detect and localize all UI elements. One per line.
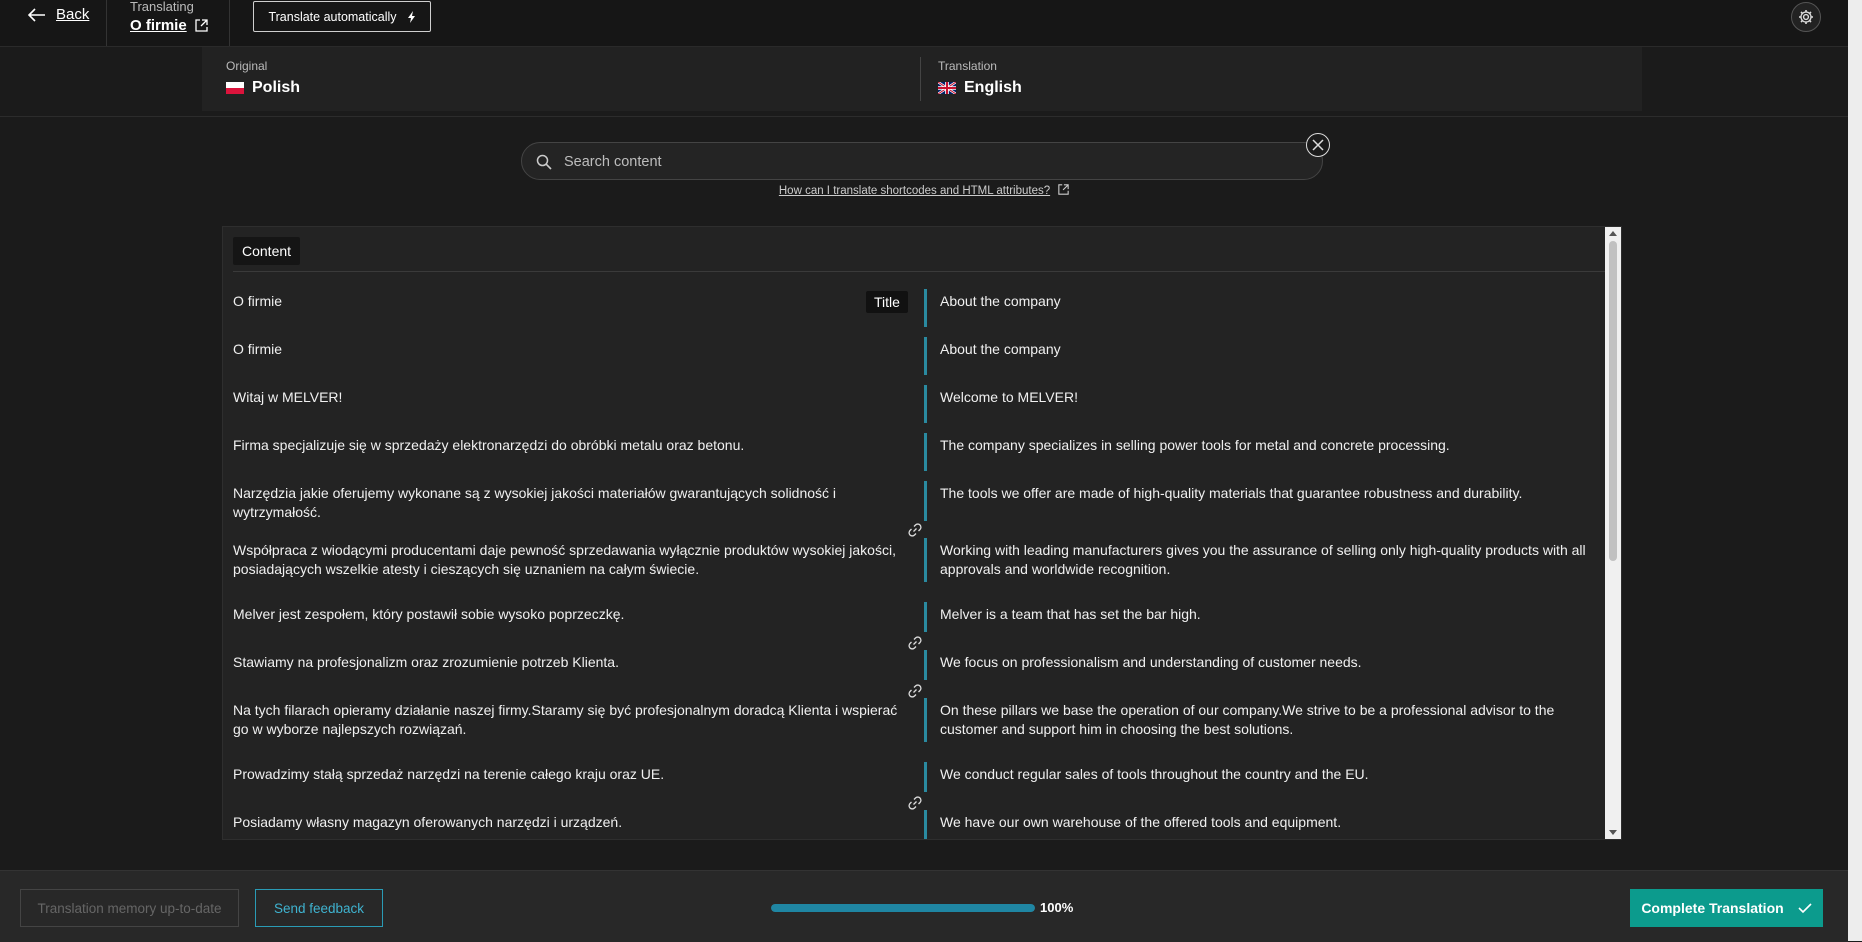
help-link-text: How can I translate shortcodes and HTML … [778,185,1051,197]
row-indicator [924,762,927,792]
content-section-header: Content [233,235,1617,272]
progress-fill [771,904,1035,912]
page-title-link[interactable]: O firmie [130,17,208,34]
row-indicator [924,337,927,375]
clear-search-button[interactable] [1306,133,1330,157]
checkmark-icon [1798,903,1812,914]
translation-text[interactable]: About the company [940,340,1600,359]
original-language: Original Polish [226,59,300,97]
divider [229,0,230,46]
translation-language-name: English [964,79,1022,96]
search-input[interactable] [562,143,1286,181]
search-icon [536,154,552,170]
link-icon[interactable] [907,635,923,651]
translating-info: Translating O firmie [130,0,208,34]
link-icon[interactable] [907,522,923,538]
divider [0,116,1848,117]
translation-text[interactable]: We conduct regular sales of tools throug… [940,765,1600,784]
original-text: Stawiamy na profesjonalizm oraz zrozumie… [233,654,619,670]
help-link[interactable]: How can I translate shortcodes and HTML … [0,184,1848,197]
progress-percent: 100% [1040,900,1074,915]
original-text: O firmie [233,293,282,309]
translating-label: Translating [130,0,194,14]
translation-text[interactable]: We have our own warehouse of the offered… [940,813,1600,832]
original-text: Na tych filarach opieramy działanie nasz… [233,702,898,737]
original-text: Narzędzia jakie oferujemy wykonane są z … [233,485,837,520]
complete-translation-button[interactable]: Complete Translation [1630,889,1823,927]
translation-memory-button[interactable]: Translation memory up-to-date [20,889,239,927]
arrow-left-icon [28,7,45,22]
original-text: Witaj w MELVER! [233,389,343,405]
title-tag: Title [866,291,908,313]
translation-text[interactable]: The company specializes in selling power… [940,436,1600,455]
content-section-label: Content [233,237,301,265]
row-indicator [924,650,927,680]
scrollbar-thumb[interactable] [1609,241,1617,561]
divider [106,0,107,46]
footer-bar: Translation memory up-to-date Send feedb… [0,870,1848,942]
scroll-up-arrow[interactable] [1609,231,1617,236]
top-bar: Back Translating O firmie Translate auto… [0,0,1848,47]
external-link-icon [195,19,208,32]
row-indicator [924,433,927,471]
content-panel: Content O firmie Title About the company… [222,226,1622,840]
external-link-icon [1058,184,1069,195]
complete-translation-label: Complete Translation [1641,900,1784,916]
translation-text[interactable]: Melver is a team that has set the bar hi… [940,605,1600,624]
gear-icon [1799,10,1813,24]
original-label: Original [226,59,268,73]
translation-text[interactable]: We focus on professionalism and understa… [940,653,1600,672]
close-icon [1312,139,1324,151]
back-button[interactable]: Back [28,6,89,23]
row-indicator [924,698,927,742]
translation-text[interactable]: The tools we offer are made of high-qual… [940,484,1600,503]
content-scrollbar[interactable] [1605,227,1621,839]
lightning-icon [407,10,415,23]
settings-button[interactable] [1791,2,1821,32]
translation-text[interactable]: Working with leading manufacturers gives… [940,541,1600,579]
row-indicator [924,810,927,839]
original-language-name: Polish [252,79,301,96]
translate-automatically-label: Translate automatically [268,9,397,24]
send-feedback-button[interactable]: Send feedback [255,889,383,927]
row-indicator [924,289,927,327]
link-icon[interactable] [907,795,923,811]
translation-text[interactable]: Welcome to MELVER! [940,388,1600,407]
original-text: Firma specjalizuje się w sprzedaży elekt… [233,437,745,453]
search-box [521,142,1323,181]
translation-text[interactable]: About the company [940,292,1600,311]
translation-language: Translation English [938,59,1022,97]
link-icon[interactable] [907,683,923,699]
translate-automatically-button[interactable]: Translate automatically [253,1,431,32]
row-indicator [924,538,927,582]
original-text: O firmie [233,341,282,357]
translation-text[interactable]: On these pillars we base the operation o… [940,701,1600,739]
divider [920,57,921,101]
poland-flag-icon [226,82,244,94]
original-text: Prowadzimy stałą sprzedaż narzędzi na te… [233,766,665,782]
scroll-down-arrow[interactable] [1609,830,1617,835]
original-text: Posiadamy własny magazyn oferowanych nar… [233,814,623,830]
original-text: Melver jest zespołem, który postawił sob… [233,606,625,622]
original-text: Współpraca z wiodącymi producentami daje… [233,542,896,577]
row-indicator [924,481,927,521]
uk-flag-icon [938,82,956,94]
back-label: Back [56,6,90,23]
window-edge [1848,0,1862,941]
progress-bar [771,904,1035,912]
translation-label: Translation [938,59,997,73]
language-bar: Original Polish Translation English [202,47,1642,111]
row-indicator [924,602,927,632]
row-indicator [924,385,927,423]
page-title: O firmie [130,17,187,34]
